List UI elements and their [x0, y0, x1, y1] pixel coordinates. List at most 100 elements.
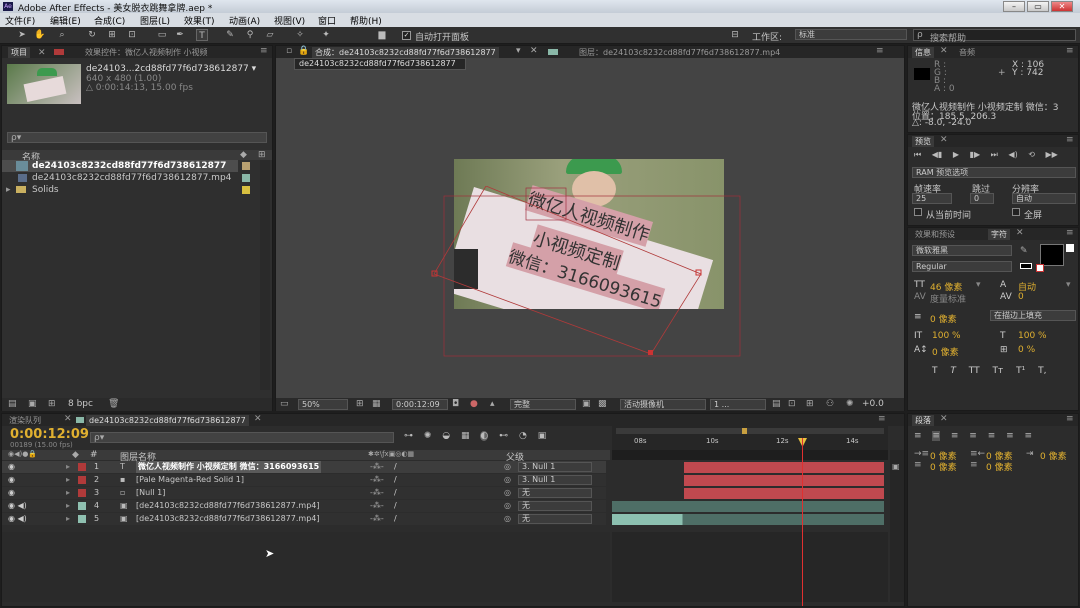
project-item-row[interactable]: de24103c8232cd88fd77f6d738612877	[2, 160, 238, 172]
play-icon[interactable]: ▶	[953, 150, 959, 159]
layer-row[interactable]: ◉ ◀) ▸ 4 ▣ [de24103c8232cd88fd77f6d738612877…	[2, 500, 606, 512]
layer-row[interactable]: ◉ ▸ 3 ▫ [Null 1] -⁂- / ◎ 无	[2, 487, 606, 499]
tab-dropdown-icon[interactable]: ▾	[516, 46, 521, 56]
views-select[interactable]: 1 ...	[710, 399, 766, 410]
work-area-start-handle[interactable]	[742, 428, 747, 434]
lock-icon[interactable]: ▫	[286, 46, 292, 56]
tab-effects-presets[interactable]: 效果和预设	[912, 229, 958, 240]
timeline-current-time[interactable]: 0:00:12:09	[10, 427, 89, 442]
skip-select[interactable]: 0	[970, 193, 994, 204]
loop-icon[interactable]: ⟲	[1028, 150, 1035, 159]
snapshot-icon[interactable]: ◘	[452, 399, 459, 409]
minimize-button[interactable]: –	[1003, 1, 1025, 12]
expand-arrow-icon[interactable]: ▸	[6, 185, 11, 195]
dropdown-icon[interactable]: ▾	[976, 280, 981, 290]
comp-breadcrumb[interactable]: de24103c8232cd88fd77f6d738612877	[294, 58, 466, 70]
tab-render-queue[interactable]: 渲染队列	[6, 415, 44, 426]
ram-preview-icon[interactable]: ▶▶	[1046, 150, 1058, 159]
kerning-value[interactable]: 度量标准	[930, 292, 966, 305]
switch-shy-icon[interactable]: -⁂-	[370, 461, 384, 473]
faux-italic-button[interactable]: T	[950, 366, 956, 376]
maximize-button[interactable]: ▭	[1027, 1, 1049, 12]
panel-menu-icon[interactable]: ≡	[1066, 46, 1074, 56]
layer-label-swatch[interactable]	[78, 515, 86, 523]
timeline-icon[interactable]: ⊞	[806, 399, 814, 409]
folder-icon[interactable]: ▆	[376, 29, 388, 41]
pen-tool-icon[interactable]: ✒	[174, 29, 186, 41]
layer-row[interactable]: ◉ ▸ 1 T 微亿人视频制作 小视频定制 微信：3166093615 -⁂- / ◎ 3. N…	[2, 461, 606, 473]
always-preview-icon[interactable]: ▭	[280, 399, 289, 409]
layer-label-swatch[interactable]	[78, 463, 86, 471]
brainstorm-icon[interactable]: ◔	[519, 431, 527, 441]
font-style-select[interactable]: Regular	[912, 261, 1012, 272]
expand-arrow-icon[interactable]: ▸	[66, 487, 70, 499]
show-snapshot-icon[interactable]: ▴	[490, 399, 495, 409]
current-time-indicator[interactable]	[802, 438, 803, 606]
camera-tool-icon[interactable]: ⊞	[106, 29, 118, 41]
type-tool-icon[interactable]: T	[196, 29, 208, 41]
all-caps-button[interactable]: TT	[969, 366, 980, 376]
space-after-value[interactable]: 0 像素	[986, 460, 1013, 473]
menu-composition[interactable]: 合成(C)	[94, 14, 125, 27]
layer-name[interactable]: [de24103c8232cd88fd77f6d738612877.mp4]	[136, 513, 319, 525]
expand-arrow-icon[interactable]: ▸	[66, 461, 70, 473]
switch-quality-icon[interactable]: /	[394, 487, 397, 499]
menu-file[interactable]: 文件(F)	[5, 14, 35, 27]
fast-preview-icon[interactable]: ⊡	[788, 399, 796, 409]
toggle-pixel-icon[interactable]: ▤	[772, 399, 781, 409]
small-caps-button[interactable]: Tт	[992, 366, 1003, 376]
last-frame-icon[interactable]: ⏭	[991, 150, 998, 159]
vertical-scale-value[interactable]: 100 %	[932, 331, 961, 341]
switch-quality-icon[interactable]: /	[394, 461, 397, 473]
expand-arrow-icon[interactable]: ▸	[66, 500, 70, 512]
fullscreen-checkbox[interactable]	[1012, 208, 1020, 216]
comp-mini-flowchart-icon[interactable]: ⊶	[404, 431, 413, 441]
ram-preview-options-select[interactable]: RAM 预览选项	[912, 167, 1076, 178]
exposure-icon[interactable]: ✺	[846, 399, 854, 409]
menu-edit[interactable]: 编辑(E)	[50, 14, 81, 27]
first-frame-icon[interactable]: ⏮	[914, 150, 921, 159]
tracking-value[interactable]: 0	[1018, 292, 1024, 302]
parent-select[interactable]: 3. Null 1	[518, 475, 592, 485]
layer-name[interactable]: [de24103c8232cd88fd77f6d738612877.mp4]	[136, 500, 319, 512]
prev-frame-icon[interactable]: ◀▮	[932, 150, 943, 159]
audio-icon[interactable]: ◀)	[1008, 150, 1017, 159]
tab-info[interactable]: 信息	[912, 47, 934, 58]
channel-icon[interactable]: ●	[470, 399, 478, 409]
layer-empty-area[interactable]	[2, 532, 610, 602]
project-item-name[interactable]: de24103...2cd88fd77f6d738612877 ▾	[86, 64, 256, 74]
layer-label-swatch[interactable]	[78, 489, 86, 497]
from-current-time-checkbox[interactable]	[914, 208, 922, 216]
switch-shy-icon[interactable]: -⁂-	[370, 513, 384, 525]
interpret-footage-icon[interactable]: ▤	[8, 399, 17, 409]
next-frame-icon[interactable]: ▮▶	[970, 150, 981, 159]
eraser-tool-icon[interactable]: ▱	[264, 29, 276, 41]
camera-select[interactable]: 活动摄像机	[620, 399, 706, 410]
project-item-row[interactable]: de24103c8232cd88fd77f6d738612877.mp4	[2, 172, 238, 184]
layer-duration-bar[interactable]	[612, 501, 884, 512]
parent-select[interactable]: 无	[518, 514, 592, 524]
parent-pickwhip-icon[interactable]: ◎	[504, 487, 511, 499]
panel-menu-icon[interactable]: ≡	[260, 46, 268, 56]
tab-project[interactable]: 项目	[8, 47, 30, 58]
expand-arrow-icon[interactable]: ▸	[66, 513, 70, 525]
panel-menu-icon[interactable]: ≡	[1066, 228, 1074, 238]
new-comp-icon[interactable]: ⊞	[48, 399, 56, 409]
tab-character[interactable]: 字符	[988, 229, 1010, 240]
stroke-color-swatch[interactable]	[1066, 244, 1074, 252]
stroke-mode-select[interactable]: 在描边上填充	[990, 310, 1076, 321]
parent-select[interactable]: 无	[518, 488, 592, 498]
parent-pickwhip-icon[interactable]: ◎	[504, 513, 511, 525]
panel-menu-icon[interactable]: ≡	[1066, 414, 1074, 424]
menu-effect[interactable]: 效果(T)	[184, 14, 215, 27]
superscript-button[interactable]: T¹	[1016, 366, 1025, 376]
expand-arrow-icon[interactable]: ▸	[66, 474, 70, 486]
menu-animation[interactable]: 动画(A)	[229, 14, 260, 27]
project-item-row[interactable]: ▸ Solids	[2, 184, 238, 196]
subscript-button[interactable]: T,	[1038, 366, 1046, 376]
grid-icon[interactable]: ▦	[372, 399, 381, 409]
shy-icon[interactable]: ◒	[442, 431, 450, 441]
menu-layer[interactable]: 图层(L)	[140, 14, 170, 27]
switch-shy-icon[interactable]: -⁂-	[370, 474, 384, 486]
close-icon[interactable]: ✕	[940, 414, 948, 424]
